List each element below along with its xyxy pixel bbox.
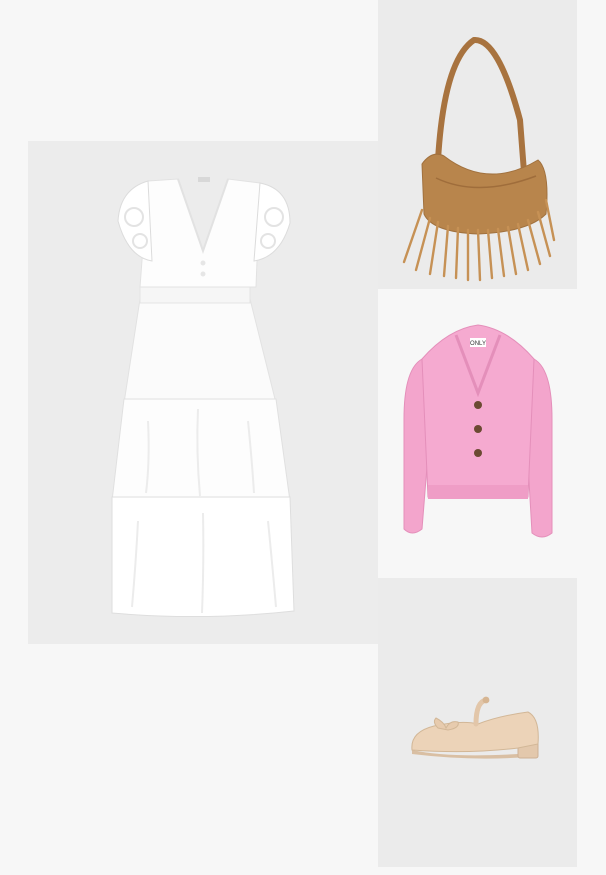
shoe-image bbox=[411, 696, 539, 759]
cardigan-image: ONLY bbox=[403, 324, 553, 538]
cardigan-tile[interactable]: ONLY bbox=[378, 289, 577, 578]
dress-tile[interactable] bbox=[28, 141, 378, 644]
cardigan-brand-tag: ONLY bbox=[470, 341, 486, 347]
dress-image bbox=[111, 177, 295, 618]
shoe-tile[interactable] bbox=[378, 578, 577, 867]
bag-image bbox=[402, 37, 556, 282]
bag-tile[interactable] bbox=[378, 0, 577, 289]
